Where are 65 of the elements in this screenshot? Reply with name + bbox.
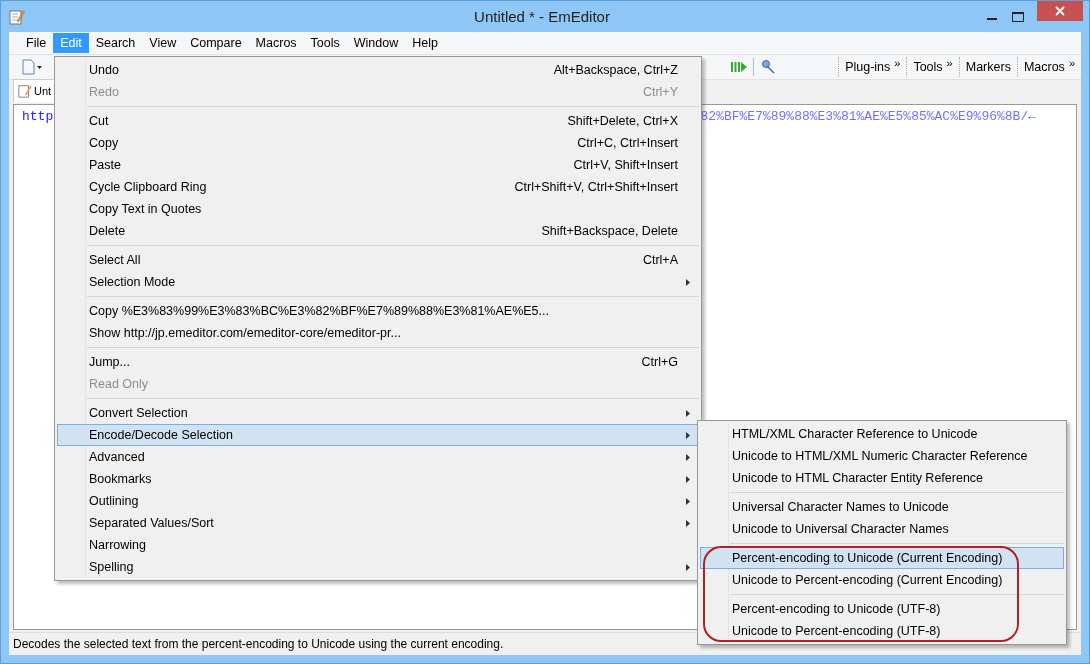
- menu-item[interactable]: Narrowing: [57, 534, 699, 556]
- toolbar-band[interactable]: Tools »: [906, 57, 959, 77]
- editor-text: 82%BF%E7%89%88%E3%81%AE%E5%85%AC%E9%96%8B/: [700, 109, 1029, 124]
- menu-item[interactable]: Spelling: [57, 556, 699, 578]
- submenu-arrow-icon: [686, 409, 690, 417]
- menu-bar-item[interactable]: View: [142, 33, 184, 53]
- menu-item[interactable]: Unicode to Universal Character Names: [700, 518, 1064, 540]
- menu-item[interactable]: Cut Shift+Delete, Ctrl+X: [57, 110, 699, 132]
- menu-bar-item[interactable]: File: [19, 33, 54, 53]
- window-title: Untitled * - EmEditor: [473, 8, 611, 25]
- menu-item[interactable]: Outlining: [57, 490, 699, 512]
- menu-item[interactable]: Convert Selection: [57, 402, 699, 424]
- chevron-icon[interactable]: »: [946, 57, 953, 69]
- submenu-arrow-icon: [686, 475, 690, 483]
- menu-item[interactable]: Copy Text in Quotes: [57, 198, 699, 220]
- notepad-icon: [9, 8, 25, 25]
- menu-bar-item[interactable]: Search: [88, 33, 143, 53]
- menu-bar-item[interactable]: Macros: [248, 33, 304, 53]
- menu-item[interactable]: Cycle Clipboard Ring Ctrl+Shift+V, Ctrl+Shift+Insert: [57, 176, 699, 198]
- menu-item[interactable]: Selection Mode: [57, 271, 699, 293]
- tab-label: Unt: [34, 85, 52, 97]
- run-macro-icon[interactable]: [731, 60, 748, 74]
- toolbar-band[interactable]: Macros »: [1016, 57, 1081, 77]
- menu-item[interactable]: Copy %E3%83%99%E3%83%BC%E3%82%BF%E7%89%88%E3%81%AE%E5...: [57, 300, 699, 322]
- submenu-arrow-icon: [686, 431, 690, 439]
- menu-bar-item[interactable]: Compare: [183, 33, 249, 53]
- editor-text: http: [22, 109, 54, 124]
- new-document-button[interactable]: [19, 57, 45, 77]
- menu-item[interactable]: Undo Alt+Backspace, Ctrl+Z: [57, 59, 699, 81]
- menu-bar-item[interactable]: Window: [346, 33, 406, 53]
- maximize-icon[interactable]: [1012, 11, 1024, 22]
- line-end-mark: ←: [1028, 109, 1036, 124]
- menu-item[interactable]: Encode/Decode Selection: [57, 424, 699, 446]
- toolbar-band[interactable]: Markers: [958, 57, 1017, 77]
- menu-item[interactable]: Unicode to HTML/XML Numeric Character Reference: [700, 445, 1064, 467]
- menu-item[interactable]: Select All Ctrl+A: [57, 249, 699, 271]
- chevron-icon[interactable]: »: [1068, 57, 1075, 69]
- document-tab[interactable]: Unt: [13, 79, 57, 102]
- status-text: Decodes the selected text from the percent-encoding to Unicode using the current encoding.: [13, 637, 504, 651]
- menu-item[interactable]: Paste Ctrl+V, Shift+Insert: [57, 154, 699, 176]
- menu-bar-item[interactable]: Tools: [303, 33, 347, 53]
- menu-item[interactable]: Unicode to Percent-encoding (Current Encoding): [700, 569, 1064, 591]
- menu-item[interactable]: Show http://jp.emeditor.com/emeditor-core/emeditor-pr...: [57, 322, 699, 344]
- chevron-icon[interactable]: »: [894, 57, 901, 69]
- notepad-icon: [18, 84, 32, 98]
- menu-item[interactable]: Universal Character Names to Unicode: [700, 496, 1064, 518]
- menu-item[interactable]: HTML/XML Character Reference to Unicode: [700, 423, 1064, 445]
- close-icon[interactable]: [1055, 6, 1065, 16]
- toolbar-band[interactable]: Plug-ins »: [838, 57, 907, 77]
- menu-item[interactable]: Separated Values/Sort: [57, 512, 699, 534]
- menu-item[interactable]: Advanced: [57, 446, 699, 468]
- close-button[interactable]: [1037, 1, 1083, 21]
- submenu-arrow-icon: [686, 563, 690, 571]
- menu-item[interactable]: Bookmarks: [57, 468, 699, 490]
- submenu-arrow-icon: [686, 519, 690, 527]
- menu-item[interactable]: Unicode to HTML Character Entity Reference: [700, 467, 1064, 489]
- submenu-arrow-icon: [686, 453, 690, 461]
- menu-item[interactable]: Jump... Ctrl+G: [57, 351, 699, 373]
- menu-bar-item[interactable]: Help: [405, 33, 445, 53]
- menu-item[interactable]: Delete Shift+Backspace, Delete: [57, 220, 699, 242]
- menu-item[interactable]: Percent-encoding to Unicode (Current Encoding): [700, 547, 1064, 569]
- menu-item[interactable]: Copy Ctrl+C, Ctrl+Insert: [57, 132, 699, 154]
- submenu-arrow-icon: [686, 278, 690, 286]
- menu-item[interactable]: Percent-encoding to Unicode (UTF-8): [700, 598, 1064, 620]
- submenu-arrow-icon: [686, 497, 690, 505]
